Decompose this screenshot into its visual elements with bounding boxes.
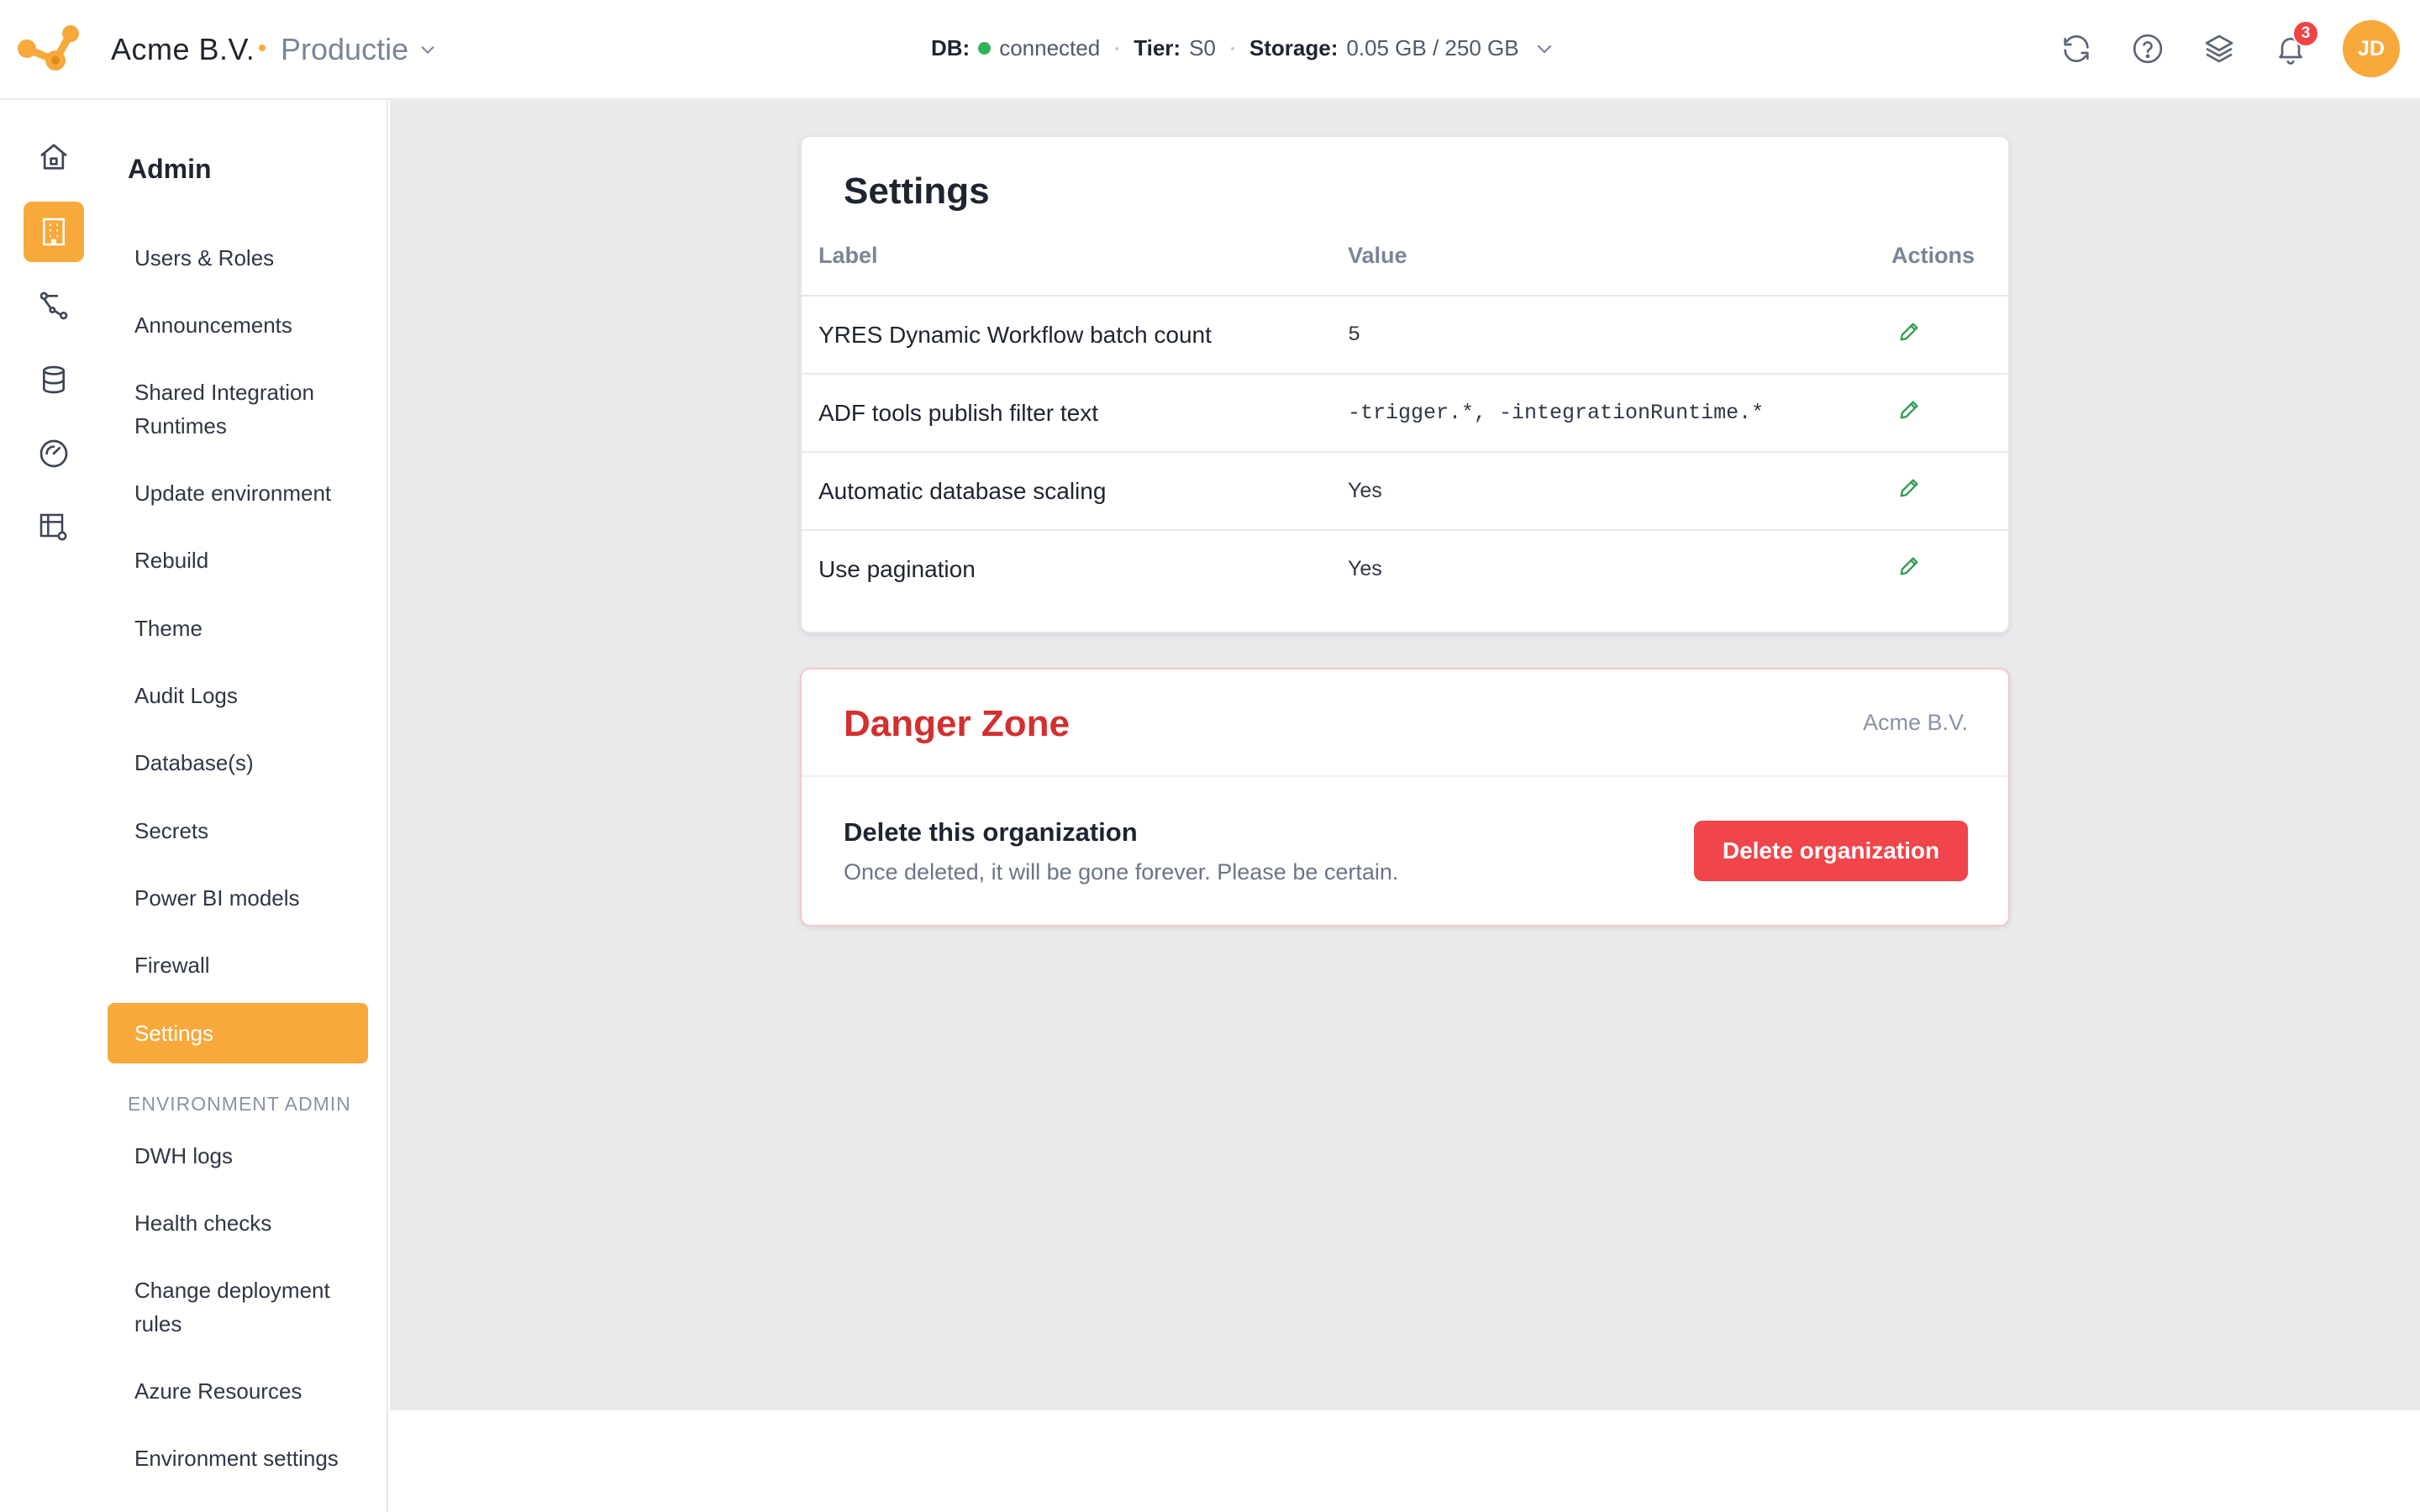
sidebar-item-label: rules: [134, 1311, 182, 1336]
sidebar-item-shared-integration-runtimes[interactable]: Shared Integration Runtimes: [134, 375, 368, 443]
header-actions: 3 JD: [2023, 20, 2400, 77]
separator-dot: [1230, 46, 1234, 50]
sidebar-item-health-checks[interactable]: Health checks: [134, 1206, 368, 1240]
sidebar-item-label: Change deployment: [134, 1278, 330, 1303]
tier-value: S0: [1189, 35, 1216, 60]
status-bar[interactable]: DB: connected Tier: S0 Storage: 0.05 GB …: [931, 35, 1555, 61]
setting-value: 5: [1348, 323, 1361, 347]
setting-value: -trigger.*, -integrationRuntime.*: [1348, 401, 1765, 425]
sidebar-item-users-roles[interactable]: Users & Roles: [134, 241, 368, 275]
settings-card: Settings Label Value Actions YRES Dynami…: [800, 135, 2010, 633]
sidebar-item-environment-settings[interactable]: Environment settings: [134, 1441, 368, 1475]
danger-zone-card: Danger Zone Acme B.V. Delete this organi…: [800, 668, 2010, 927]
top-header: Acme B.V. Productie DB: connected Tier: …: [0, 0, 2420, 100]
table-row: Use pagination Yes: [802, 531, 2008, 609]
home-icon: [40, 144, 67, 170]
sidebar-item-update-environment[interactable]: Update environment: [134, 476, 368, 510]
database-icon: [43, 365, 65, 394]
danger-zone-title: Danger Zone: [844, 703, 1070, 744]
sidebar-item-announcements[interactable]: Announcements: [134, 308, 368, 342]
help-button[interactable]: [2129, 30, 2166, 67]
separator-dot: [259, 45, 266, 51]
setting-label: Automatic database scaling: [818, 478, 1107, 504]
delete-org-title: Delete this organization: [844, 817, 1138, 847]
org-name: Acme B.V.: [111, 32, 255, 66]
sidebar-item-power-bi-models[interactable]: Power BI models: [134, 881, 368, 915]
db-status-indicator: [978, 42, 992, 55]
danger-zone-org: Acme B.V.: [1862, 710, 1968, 735]
sidebar-item-azure-resources[interactable]: Azure Resources: [134, 1374, 368, 1408]
db-label: DB:: [931, 35, 971, 60]
sidebar-item-firewall[interactable]: Firewall: [134, 948, 368, 982]
tier-label: Tier:: [1134, 35, 1181, 60]
rail-workflows[interactable]: [24, 276, 84, 336]
rail-table-settings[interactable]: [24, 497, 84, 558]
refresh-button[interactable]: [2058, 30, 2095, 67]
db-status-value: connected: [999, 35, 1101, 60]
sidebar-item-label: Shared Integration: [134, 380, 314, 405]
refresh-icon: [2064, 35, 2089, 62]
edit-button[interactable]: [1894, 473, 1924, 503]
pencil-icon: [1900, 557, 1918, 575]
workflow-icon: [39, 291, 68, 320]
help-icon: [2133, 34, 2163, 64]
pencil-icon: [1900, 401, 1918, 419]
sidebar-item-secrets[interactable]: Secrets: [134, 814, 368, 848]
sidebar-item-rebuild[interactable]: Rebuild: [134, 543, 368, 577]
sidebar-item-theme[interactable]: Theme: [134, 612, 368, 645]
pencil-icon: [1900, 323, 1918, 341]
edit-button[interactable]: [1894, 317, 1924, 347]
edit-button[interactable]: [1894, 551, 1924, 581]
layers-icon: [2205, 34, 2233, 63]
sidebar-item-change-deployment-rules[interactable]: Change deployment rules: [134, 1273, 368, 1341]
table-row: ADF tools publish filter text -trigger.*…: [802, 375, 2008, 453]
separator-dot: [1115, 46, 1119, 50]
sidebar-item-dwh-logs[interactable]: DWH logs: [134, 1139, 368, 1173]
setting-label: YRES Dynamic Workflow batch count: [818, 322, 1212, 348]
setting-label: ADF tools publish filter text: [818, 400, 1099, 426]
layers-button[interactable]: [2201, 30, 2238, 67]
building-icon: [43, 218, 65, 246]
edit-button[interactable]: [1894, 395, 1924, 425]
chevron-down-icon: [421, 46, 434, 55]
sidebar-item-label: Runtimes: [134, 413, 227, 438]
chevron-down-icon[interactable]: [1534, 39, 1555, 59]
footer-area: [390, 1410, 2420, 1512]
settings-title: Settings: [844, 171, 990, 212]
delete-org-description: Once deleted, it will be gone forever. P…: [844, 859, 1399, 885]
setting-label: Use pagination: [818, 556, 976, 582]
sidebar-section-environment-admin: ENVIRONMENT ADMIN: [128, 1093, 351, 1115]
sidebar-item-settings[interactable]: Settings: [108, 1003, 368, 1063]
pencil-icon: [1900, 479, 1918, 497]
notifications-button[interactable]: 3: [2272, 20, 2319, 67]
rail-organization[interactable]: [24, 202, 84, 262]
rail-home[interactable]: [24, 127, 84, 187]
brand-logo-icon[interactable]: [17, 24, 81, 72]
table-row: YRES Dynamic Workflow batch count 5: [802, 297, 2008, 375]
sidebar-item-databases[interactable]: Database(s): [134, 746, 368, 780]
rail-monitoring[interactable]: [24, 423, 84, 484]
sidebar-title: Admin: [128, 154, 212, 184]
table-row: Automatic database scaling Yes: [802, 453, 2008, 531]
storage-value: 0.05 GB / 250 GB: [1346, 35, 1519, 60]
notification-badge: 3: [2292, 20, 2319, 47]
table-header: [802, 221, 2008, 297]
admin-sidebar: Admin Users & Roles Announcements Shared…: [106, 100, 388, 1512]
sidebar-item-audit-logs[interactable]: Audit Logs: [134, 679, 368, 712]
icon-rail: [0, 100, 106, 1512]
danger-zone-header: Danger Zone Acme B.V.: [802, 669, 2008, 777]
environment-select[interactable]: Productie: [281, 32, 437, 67]
rail-database[interactable]: [24, 349, 84, 410]
table-settings-icon: [39, 513, 67, 541]
storage-label: Storage:: [1249, 35, 1339, 60]
gauge-icon: [39, 439, 68, 468]
user-avatar[interactable]: JD: [2343, 20, 2400, 77]
environment-label: Productie: [281, 32, 409, 66]
delete-organization-button[interactable]: Delete organization: [1694, 821, 1968, 881]
setting-value: Yes: [1348, 479, 1382, 502]
setting-value: Yes: [1348, 557, 1382, 580]
